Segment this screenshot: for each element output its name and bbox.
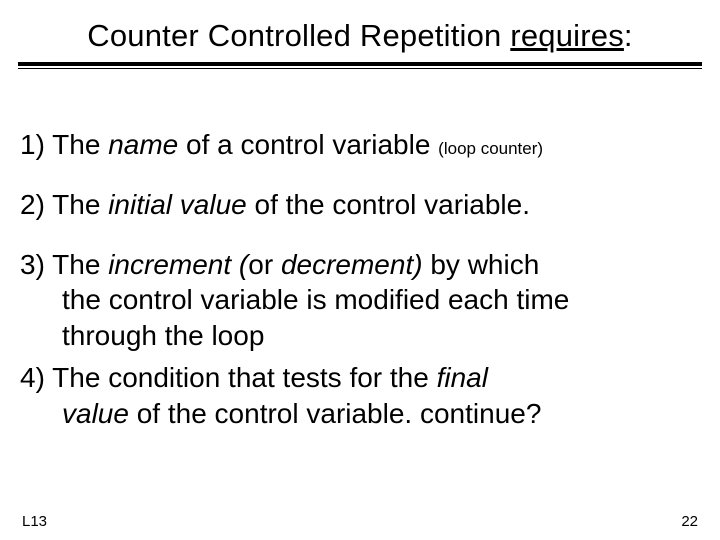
point-3: 3) The increment (or decrement) by which… (20, 247, 700, 354)
p3-mid: or (248, 249, 281, 280)
point-4: 4) The condition that tests for the fina… (20, 360, 700, 432)
point-1: 1) The name of a control variable (loop … (20, 127, 700, 163)
footer: L13 22 (0, 513, 720, 530)
p4-italic1: final (437, 362, 488, 393)
p3-line2: the control variable is modified each ti… (20, 282, 700, 318)
body: 1) The name of a control variable (loop … (18, 127, 702, 432)
p1-sub: (loop counter) (438, 139, 543, 158)
footer-left: L13 (22, 513, 47, 530)
p4-lead: 4) The condition that tests for the (20, 362, 437, 393)
p3-italic2: decrement) (281, 249, 423, 280)
p3-italic1: increment ( (108, 249, 248, 280)
title-underlined: requires (510, 18, 624, 53)
p3-line3: through the loop (20, 318, 700, 354)
p2-italic: initial value (108, 189, 247, 220)
p1-italic: name (108, 129, 178, 160)
point-2: 2) The initial value of the control vari… (20, 187, 700, 223)
slide-title: Counter Controlled Repetition requires: (87, 18, 632, 53)
footer-right: 22 (681, 513, 698, 530)
title-divider (18, 62, 702, 69)
p2-rest: of the control variable. (247, 189, 530, 220)
divider-thin (18, 68, 702, 69)
p1-lead: 1) The (20, 129, 108, 160)
p3-rest1: by which (423, 249, 540, 280)
p4-rest: of the control variable. continue? (129, 398, 541, 429)
p2-lead: 2) The (20, 189, 108, 220)
p4-italic2: value (62, 398, 129, 429)
p3-lead: 3) The (20, 249, 108, 280)
title-colon: : (624, 18, 633, 53)
title-row: Counter Controlled Repetition requires: (18, 18, 702, 54)
title-pre: Counter Controlled Repetition (87, 18, 510, 53)
p4-line2-wrap: value of the control variable. continue? (20, 396, 700, 432)
slide: Counter Controlled Repetition requires: … (0, 0, 720, 540)
p1-rest: of a control variable (178, 129, 438, 160)
divider-thick (18, 62, 702, 66)
